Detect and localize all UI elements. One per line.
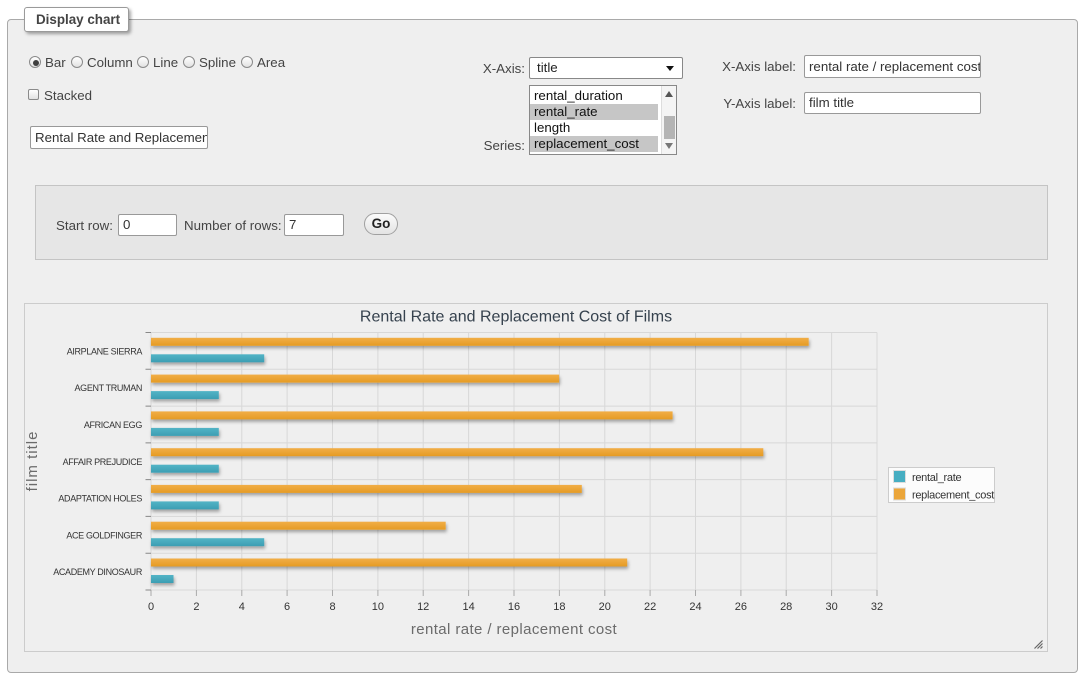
svg-text:18: 18 xyxy=(553,601,565,613)
svg-text:AGENT TRUMAN: AGENT TRUMAN xyxy=(75,383,142,393)
svg-text:6: 6 xyxy=(284,601,290,613)
svg-text:26: 26 xyxy=(735,601,747,613)
svg-text:20: 20 xyxy=(599,601,611,613)
svg-text:28: 28 xyxy=(780,601,792,613)
svg-text:ADAPTATION HOLES: ADAPTATION HOLES xyxy=(58,494,142,504)
svg-text:ACADEMY DINOSAUR: ACADEMY DINOSAUR xyxy=(53,567,143,577)
svg-text:AFRICAN EGG: AFRICAN EGG xyxy=(84,420,143,430)
svg-text:Rental Rate and Replacement Co: Rental Rate and Replacement Cost of Film… xyxy=(360,309,672,326)
svg-text:AIRPLANE SIERRA: AIRPLANE SIERRA xyxy=(67,346,143,356)
svg-text:8: 8 xyxy=(329,601,335,613)
svg-text:32: 32 xyxy=(871,601,883,613)
svg-text:film title: film title xyxy=(25,431,41,492)
svg-text:replacement_cost: replacement_cost xyxy=(912,490,994,502)
svg-text:rental rate / replacement cost: rental rate / replacement cost xyxy=(411,621,618,638)
svg-text:12: 12 xyxy=(417,601,429,613)
svg-text:10: 10 xyxy=(372,601,384,613)
svg-text:rental_rate: rental_rate xyxy=(912,472,961,484)
svg-text:22: 22 xyxy=(644,601,656,613)
svg-text:AFFAIR PREJUDICE: AFFAIR PREJUDICE xyxy=(63,457,143,467)
svg-text:30: 30 xyxy=(825,601,837,613)
svg-text:ACE GOLDFINGER: ACE GOLDFINGER xyxy=(66,530,142,540)
svg-text:4: 4 xyxy=(239,601,245,613)
svg-text:16: 16 xyxy=(508,601,520,613)
svg-text:14: 14 xyxy=(462,601,474,613)
svg-text:24: 24 xyxy=(689,601,701,613)
svg-text:2: 2 xyxy=(193,601,199,613)
svg-text:0: 0 xyxy=(148,601,154,613)
